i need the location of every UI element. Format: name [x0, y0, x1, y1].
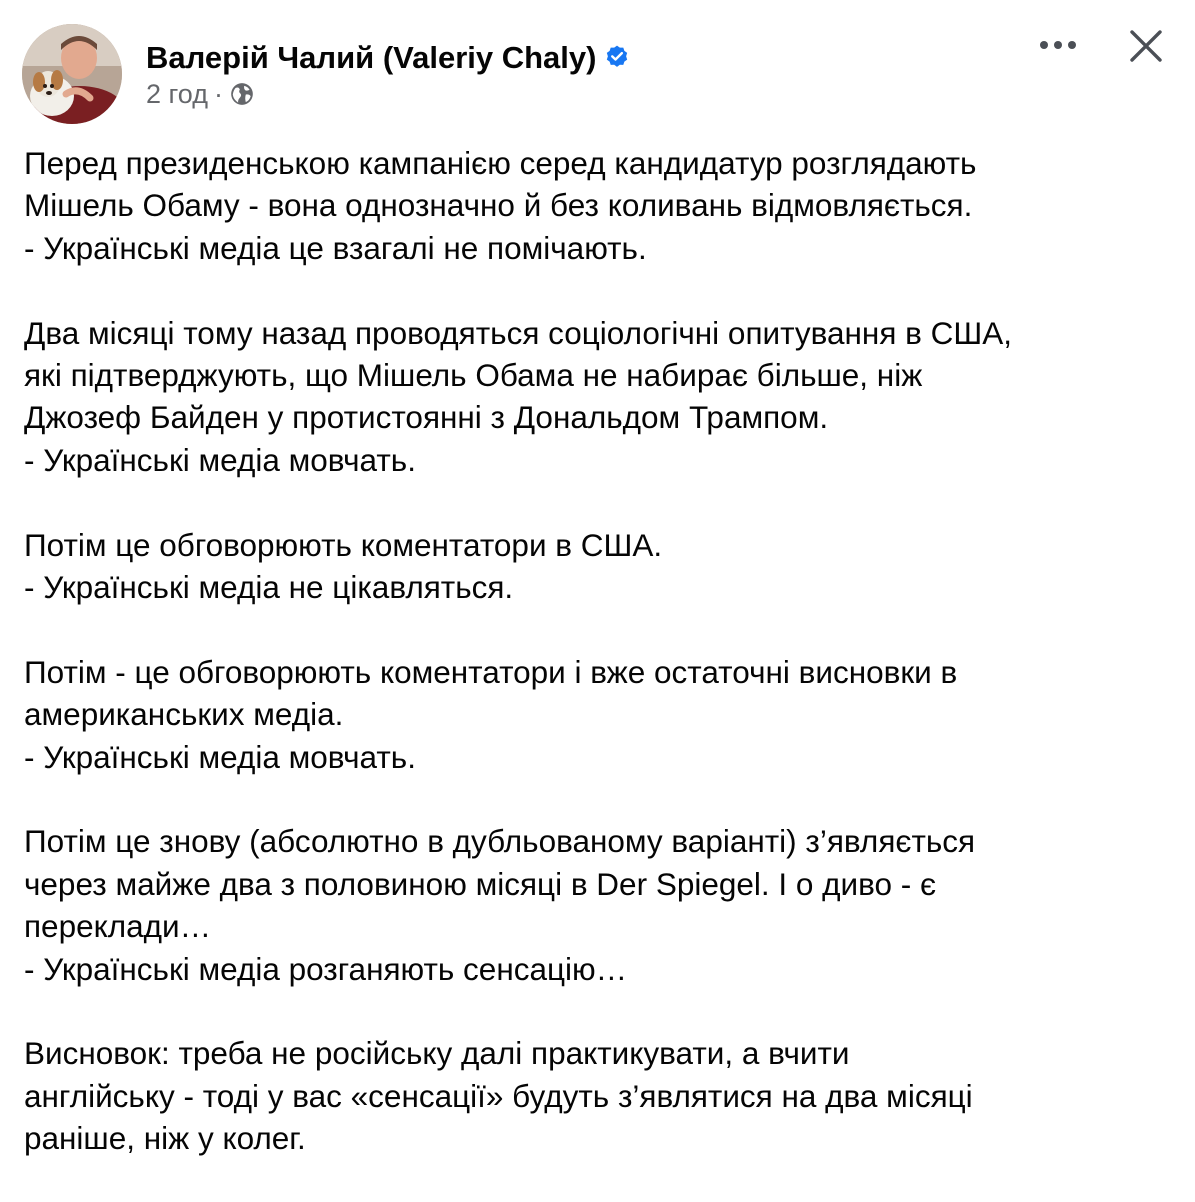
more-options-icon: [1040, 41, 1076, 49]
post-paragraph: Потім це знову (абсолютно в дубльованому…: [24, 820, 1184, 990]
post-meta: 2 год ·: [146, 76, 255, 112]
text-line: Висновок: треба не російську далі практи…: [24, 1035, 850, 1072]
text-line: через майже два з половиною місяці в Der…: [24, 865, 937, 902]
avatar-photo: [22, 24, 122, 124]
text-line: раніше, ніж у колег.: [24, 1120, 306, 1157]
text-line: Потім це обговорюють коментатори в США.: [24, 526, 663, 563]
post-paragraph: Перед президенською кампанією серед канд…: [24, 142, 1184, 269]
text-line: - Українські медіа це взагалі не помічаю…: [24, 229, 647, 266]
verified-badge-icon: [607, 45, 628, 67]
close-button[interactable]: [1124, 24, 1168, 68]
meta-separator: ·: [213, 78, 223, 109]
text-line: - Українські медіа мовчать.: [24, 738, 416, 775]
post-paragraph: Потім - це обговорюють коментатори і вже…: [24, 651, 1184, 778]
post-text: Перед президенською кампанією серед канд…: [24, 142, 1184, 1202]
author-name-text[interactable]: Валерій Чалий (Valeriy Chaly): [146, 40, 596, 75]
text-line: Потім - це обговорюють коментатори і вже…: [24, 653, 958, 690]
text-line: американських медіа.: [24, 696, 344, 733]
text-line: Джозеф Байден у протистоянні з Дональдом…: [24, 399, 829, 436]
facebook-post: Валерій Чалий (Valeriy Chaly) 2 год · Пе…: [0, 0, 1195, 1163]
text-line: переклади…: [24, 908, 212, 945]
text-line: Мішель Обаму - вона однозначно й без кол…: [24, 187, 973, 224]
post-paragraph: Висновок: треба не російську далі практи…: [24, 1032, 1184, 1159]
post-timestamp[interactable]: 2 год: [146, 79, 208, 110]
text-line: Потім це знову (абсолютно в дубльованому…: [24, 823, 976, 860]
post-paragraph: Два місяці тому назад проводяться соціол…: [24, 312, 1184, 482]
text-line: Перед президенською кампанією серед канд…: [24, 145, 977, 181]
text-line: - Українські медіа розганяють сенсацію…: [24, 950, 628, 987]
globe-icon[interactable]: [229, 81, 255, 107]
text-line: - Українські медіа не цікавляться.: [24, 569, 514, 606]
text-line: які підтверджують, що Мішель Обама не на…: [24, 357, 923, 394]
author-name[interactable]: Валерій Чалий (Valeriy Chaly): [146, 38, 630, 78]
more-options-button[interactable]: [1034, 30, 1082, 60]
author-avatar[interactable]: [22, 24, 122, 124]
text-line: Два місяці тому назад проводяться соціол…: [24, 314, 1012, 351]
text-line: - Українські медіа мовчать.: [24, 441, 416, 478]
text-line: англійську - тоді у вас «сенсації» будут…: [24, 1077, 973, 1114]
post-paragraph: Потім це обговорюють коментатори в США. …: [24, 524, 1184, 609]
post-header: Валерій Чалий (Valeriy Chaly) 2 год ·: [0, 0, 1195, 130]
close-icon: [1130, 30, 1162, 62]
